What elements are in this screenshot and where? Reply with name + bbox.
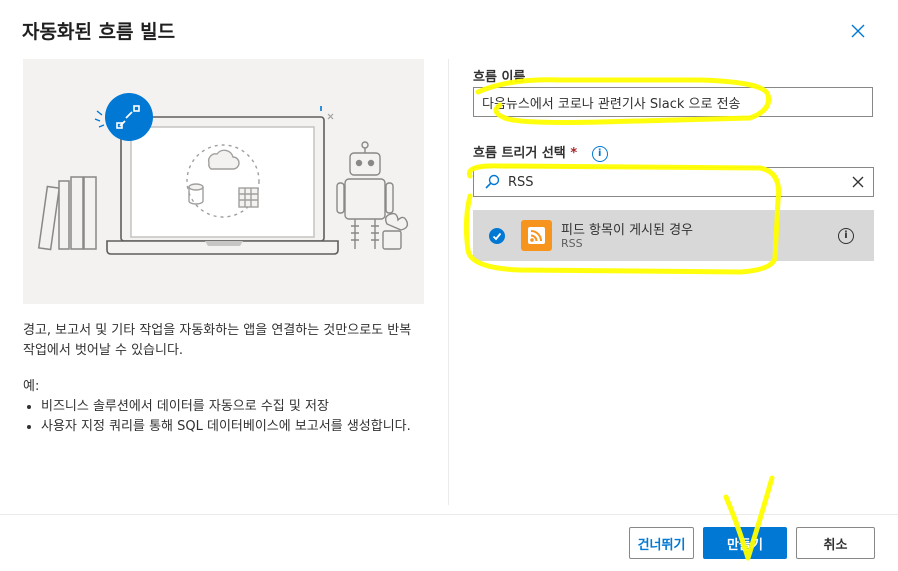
column-divider xyxy=(448,59,449,505)
robot-illustration xyxy=(336,141,409,250)
info-icon[interactable]: i xyxy=(838,228,854,244)
books-illustration xyxy=(37,176,97,251)
clear-search-icon[interactable] xyxy=(851,175,865,189)
required-mark: * xyxy=(570,146,578,161)
checkmark-icon xyxy=(489,228,505,244)
trigger-search-box[interactable] xyxy=(473,167,874,197)
trigger-option-title: 피드 항목이 게시된 경우 xyxy=(561,223,693,238)
description: 경고, 보고서 및 기타 작업을 자동화하는 앱을 연결하는 것만으로도 반복 … xyxy=(23,321,423,437)
rss-icon xyxy=(521,220,552,251)
description-intro: 경고, 보고서 및 기타 작업을 자동화하는 앱을 연결하는 것만으로도 반복 … xyxy=(23,323,412,358)
trigger-option[interactable]: 피드 항목이 게시된 경우 RSS i xyxy=(473,210,874,261)
flow-name-label: 흐름 이름 xyxy=(473,70,526,85)
skip-button[interactable]: 건너뛰기 xyxy=(629,527,694,559)
flow-name-input[interactable] xyxy=(473,87,873,117)
search-icon xyxy=(485,174,500,189)
create-button[interactable]: 만들기 xyxy=(703,527,787,559)
example-item: 사용자 지정 쿼리를 통해 SQL 데이터베이스에 보고서를 생성합니다. xyxy=(41,417,423,437)
dialog-title: 자동화된 흐름 빌드 xyxy=(22,21,176,43)
hero-illustration xyxy=(23,59,424,304)
trigger-search-input[interactable] xyxy=(508,171,838,193)
trigger-option-connector: RSS xyxy=(561,237,583,250)
footer-divider xyxy=(0,514,898,515)
laptop-illustration xyxy=(106,116,339,255)
trigger-label: 흐름 트리거 선택 xyxy=(473,146,566,161)
examples-list: 비즈니스 솔루션에서 데이터를 자동으로 수집 및 저장 사용자 지정 쿼리를 … xyxy=(23,397,423,437)
close-icon[interactable] xyxy=(849,22,867,40)
example-item: 비즈니스 솔루션에서 데이터를 자동으로 수집 및 저장 xyxy=(41,397,423,417)
examples-label: 예: xyxy=(23,379,40,394)
trigger-label-row: 흐름 트리거 선택 * i xyxy=(473,142,608,162)
info-icon[interactable]: i xyxy=(591,145,608,162)
cancel-button[interactable]: 취소 xyxy=(796,527,875,559)
